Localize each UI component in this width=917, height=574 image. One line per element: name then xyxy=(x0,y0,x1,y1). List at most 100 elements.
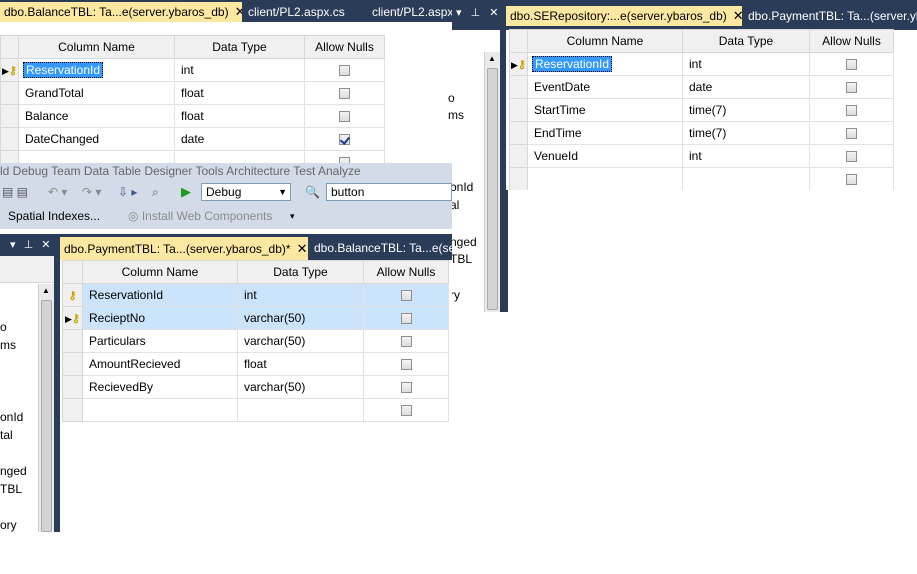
table-row[interactable]: EventDate date xyxy=(509,75,894,99)
data-type-cell[interactable]: time(7) xyxy=(682,121,810,145)
allow-nulls-checkbox[interactable] xyxy=(846,105,857,117)
data-type-cell[interactable]: varchar(50) xyxy=(237,329,364,353)
row-selector[interactable] xyxy=(509,75,528,99)
allow-nulls-cell[interactable] xyxy=(809,52,894,76)
scroll-up-icon[interactable]: ▲ xyxy=(42,286,50,295)
table-row[interactable]: StartTime time(7) xyxy=(509,98,894,122)
dropdown-icon[interactable]: ▾ xyxy=(10,239,16,251)
column-name-cell[interactable]: GrandTotal xyxy=(18,81,175,105)
allow-nulls-cell[interactable] xyxy=(809,121,894,145)
close-icon[interactable]: ✕ xyxy=(41,239,50,251)
allow-nulls-checkbox[interactable] xyxy=(846,151,857,163)
allow-nulls-checkbox[interactable] xyxy=(846,59,857,71)
allow-nulls-cell[interactable] xyxy=(304,58,385,82)
column-name-cell[interactable]: DateChanged xyxy=(18,127,175,151)
allow-nulls-cell[interactable] xyxy=(809,75,894,99)
left-dock-scrollbar[interactable]: ▲ xyxy=(38,284,54,532)
allow-nulls-cell[interactable] xyxy=(363,352,449,376)
chevron-down-icon[interactable]: ▼ xyxy=(278,184,287,200)
find-combo-input[interactable]: button xyxy=(326,183,452,201)
column-name-cell[interactable]: AmountRecieved xyxy=(82,352,238,376)
column-name-cell[interactable]: Particulars xyxy=(82,329,238,353)
row-selector[interactable] xyxy=(509,167,528,190)
table-row[interactable]: Balance float xyxy=(0,104,385,128)
row-selector[interactable]: ▶⚷ xyxy=(0,58,19,82)
table-row[interactable]: EndTime time(7) xyxy=(509,121,894,145)
allow-nulls-cell[interactable] xyxy=(809,98,894,122)
allow-nulls-checkbox[interactable] xyxy=(339,65,350,77)
allow-nulls-cell[interactable] xyxy=(363,283,449,307)
column-name-cell[interactable]: ReservationId xyxy=(527,52,683,76)
allow-nulls-checkbox-checked[interactable] xyxy=(339,134,350,146)
column-name-cell[interactable]: ReservationId xyxy=(18,58,175,82)
table-row-empty[interactable] xyxy=(509,167,894,190)
data-type-cell[interactable]: int xyxy=(174,58,305,82)
allow-nulls-checkbox[interactable] xyxy=(400,336,412,348)
table-row[interactable]: Particulars varchar(50) xyxy=(62,329,449,353)
column-header-type[interactable]: Data Type xyxy=(174,35,305,59)
tab-balance-table[interactable]: dbo.BalanceTBL: Ta...e(ser xyxy=(310,237,452,260)
scrollbar-thumb[interactable] xyxy=(41,300,52,532)
tab-serepository-table[interactable]: dbo.SERepository:...e(server.ybaros_db) ✕ xyxy=(506,6,742,26)
scrollbar-thumb[interactable] xyxy=(487,68,498,310)
data-type-cell[interactable]: int xyxy=(682,52,810,76)
tab-pl2-aspx-cs[interactable]: client/PL2.aspx.cs xyxy=(244,2,366,22)
column-name-cell[interactable]: EventDate xyxy=(527,75,683,99)
close-icon[interactable]: ✕ xyxy=(235,2,242,22)
row-selector[interactable] xyxy=(62,329,83,353)
row-selector[interactable] xyxy=(62,398,83,422)
save-icon[interactable]: ▤ ▤ xyxy=(2,181,28,203)
row-selector[interactable] xyxy=(0,104,19,128)
pin-icon[interactable]: ⊥ xyxy=(24,239,34,251)
allow-nulls-cell[interactable] xyxy=(304,81,385,105)
redo-icon[interactable]: ↷ ▾ xyxy=(82,181,101,203)
allow-nulls-checkbox[interactable] xyxy=(846,174,857,186)
column-name-cell[interactable]: RecieptNo xyxy=(82,306,238,330)
install-web-components-button[interactable]: ◎ Install Web Components xyxy=(128,205,272,227)
allow-nulls-checkbox[interactable] xyxy=(400,405,412,417)
row-selector[interactable] xyxy=(62,375,83,399)
pin-icon[interactable]: ⊥ xyxy=(471,7,481,19)
table-row[interactable]: ▶⚷ ReservationId int xyxy=(509,52,894,76)
table-row[interactable]: AmountRecieved float xyxy=(62,352,449,376)
allow-nulls-checkbox[interactable] xyxy=(846,82,857,94)
table-row-selected[interactable]: ⚷ ReservationId int xyxy=(62,283,449,307)
table-row-empty[interactable] xyxy=(62,398,449,422)
data-type-cell[interactable]: date xyxy=(682,75,810,99)
column-header-name[interactable]: Column Name xyxy=(82,260,238,284)
row-selector[interactable] xyxy=(0,127,19,151)
column-name-cell[interactable]: ReservationId xyxy=(82,283,238,307)
tab-balance-table[interactable]: dbo.BalanceTBL: Ta...e(server.ybaros_db)… xyxy=(0,2,242,22)
column-name-cell[interactable]: RecievedBy xyxy=(82,375,238,399)
column-header-nulls[interactable]: Allow Nulls xyxy=(363,260,449,284)
allow-nulls-checkbox[interactable] xyxy=(400,382,412,394)
scroll-up-icon[interactable]: ▲ xyxy=(488,54,496,63)
allow-nulls-cell[interactable] xyxy=(304,104,385,128)
close-icon[interactable]: ✕ xyxy=(297,237,308,260)
tab-pl2-aspx[interactable]: client/PL2.aspx xyxy=(368,2,452,22)
data-type-cell[interactable]: varchar(50) xyxy=(237,375,364,399)
navigate-icon[interactable]: ⇩ ▸ xyxy=(118,181,137,203)
column-name-cell[interactable]: StartTime xyxy=(527,98,683,122)
solution-config-select[interactable]: Debug ▼ xyxy=(201,183,291,201)
row-selector[interactable] xyxy=(509,144,528,168)
find-in-files-icon[interactable]: 🔍 xyxy=(305,181,320,203)
menu-items[interactable]: ld Debug Team Data Table Designer Tools … xyxy=(0,164,361,178)
row-selector[interactable] xyxy=(509,98,528,122)
allow-nulls-checkbox[interactable] xyxy=(400,359,412,371)
column-header-nulls[interactable]: Allow Nulls xyxy=(809,29,894,53)
close-icon[interactable]: ✕ xyxy=(489,7,498,19)
column-header-type[interactable]: Data Type xyxy=(237,260,364,284)
allow-nulls-checkbox[interactable] xyxy=(339,111,350,123)
column-header-name[interactable]: Column Name xyxy=(527,29,683,53)
row-selector[interactable] xyxy=(0,81,19,105)
row-selector[interactable]: ▶⚷ xyxy=(62,306,83,330)
allow-nulls-cell[interactable] xyxy=(304,127,385,151)
allow-nulls-checkbox[interactable] xyxy=(339,88,350,100)
start-debug-icon[interactable]: ▶ xyxy=(181,181,191,203)
table-row[interactable]: VenueId int xyxy=(509,144,894,168)
spatial-indexes-button[interactable]: Spatial Indexes... xyxy=(8,205,100,227)
allow-nulls-checkbox[interactable] xyxy=(400,290,412,302)
row-selector[interactable]: ⚷ xyxy=(62,283,83,307)
toolbar-overflow-icon[interactable]: ▾ xyxy=(290,205,295,227)
